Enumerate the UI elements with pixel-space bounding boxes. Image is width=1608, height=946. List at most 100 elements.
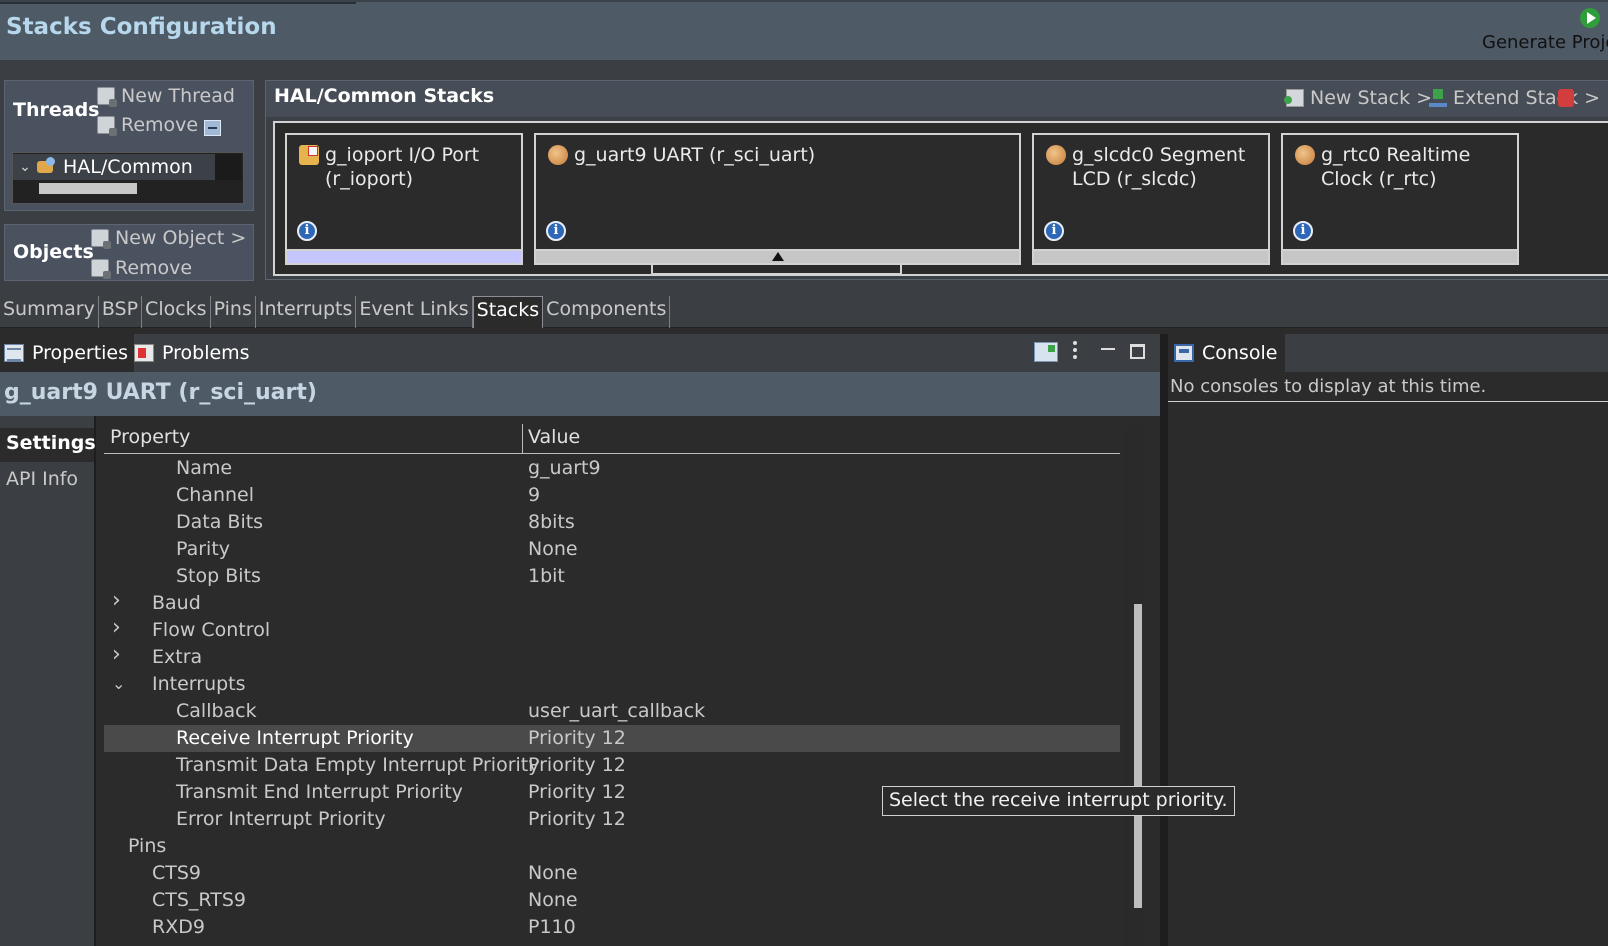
column-divider[interactable] [522, 424, 523, 454]
new-stack-button[interactable]: New Stack > [1284, 87, 1433, 109]
properties-view-tabs: Properties Problems [0, 334, 1160, 372]
property-value[interactable]: Priority 12 [528, 754, 626, 776]
tab-event-links[interactable]: Event Links [356, 296, 473, 328]
property-value[interactable]: Priority 12 [528, 808, 626, 830]
generate-project-icon[interactable] [1580, 8, 1600, 28]
property-name: Baud [152, 592, 201, 614]
table-row[interactable]: › Extra [104, 642, 1120, 671]
extend-stack-icon [1429, 89, 1447, 107]
table-row[interactable]: Parity None [104, 536, 1120, 563]
console-message: No consoles to display at this time. [1168, 376, 1608, 402]
tab-problems[interactable]: Problems [130, 334, 256, 372]
property-value[interactable]: None [528, 889, 578, 911]
remove-stack-icon[interactable] [1558, 89, 1574, 107]
tree-item-hal-common[interactable]: ⌄ HAL/Common [13, 154, 215, 180]
chevron-down-icon[interactable]: ⌄ [15, 159, 35, 175]
property-value[interactable]: 8bits [528, 511, 575, 533]
property-value[interactable]: 1bit [528, 565, 565, 587]
property-name: Channel [176, 484, 255, 506]
property-value[interactable]: user_uart_callback [528, 700, 705, 722]
new-stack-label: New Stack > [1310, 87, 1433, 109]
column-header-property[interactable]: Property [110, 426, 190, 448]
info-icon[interactable]: i [546, 221, 566, 241]
column-header-value[interactable]: Value [528, 426, 580, 448]
properties-scrollbar-thumb[interactable] [1134, 604, 1142, 908]
pin-view-icon[interactable] [1034, 342, 1058, 362]
table-row[interactable]: Name g_uart9 [104, 455, 1120, 482]
property-value[interactable]: None [528, 538, 578, 560]
table-row[interactable]: CTS_RTS9 None [104, 887, 1120, 914]
table-row[interactable]: Transmit Data Empty Interrupt Priority Pr… [104, 752, 1120, 779]
new-stack-icon [1284, 89, 1304, 107]
table-row[interactable]: CTS9 None [104, 860, 1120, 887]
stack-card-ioport[interactable]: g_ioport I/O Port (r_ioport) i [285, 133, 523, 265]
property-value[interactable]: P110 [528, 916, 576, 938]
sidebar-item-settings[interactable]: Settings [0, 428, 96, 462]
new-thread-button[interactable]: New Thread [97, 85, 235, 107]
remove-thread-button[interactable]: Remove [97, 114, 198, 136]
chevron-down-icon[interactable]: ⌄ [112, 674, 125, 693]
tab-console[interactable]: Console [1168, 334, 1286, 372]
tab-components[interactable]: Components [543, 296, 671, 328]
property-value[interactable]: Priority 12 [528, 781, 626, 803]
view-divider[interactable] [1160, 334, 1168, 946]
tree-scrollbar[interactable] [215, 154, 241, 180]
table-row[interactable]: Callback user_uart_callback [104, 698, 1120, 725]
table-row[interactable]: ⌄ Interrupts [104, 671, 1120, 698]
threads-title: Threads [13, 99, 100, 121]
chevron-right-icon[interactable]: › [112, 615, 121, 640]
minimize-icon[interactable] [1100, 340, 1116, 356]
sidebar-item-api-info[interactable]: API Info [0, 464, 94, 498]
property-value[interactable]: Priority 12 [528, 727, 626, 749]
chevron-right-icon[interactable]: › [112, 588, 121, 613]
stack-card-uart9[interactable]: g_uart9 UART (r_sci_uart) i [534, 133, 1021, 275]
expand-arrow-icon[interactable] [771, 252, 784, 261]
generate-project-button[interactable]: Generate Proje [1482, 32, 1608, 53]
property-name: Error Interrupt Priority [176, 808, 386, 830]
property-value[interactable]: 9 [528, 484, 540, 506]
table-row[interactable]: Receive Interrupt Priority Priority 12 [104, 725, 1120, 752]
view-menu-icon[interactable] [1070, 338, 1080, 366]
property-name: Stop Bits [176, 565, 261, 587]
tab-summary[interactable]: Summary [0, 296, 99, 328]
property-name: CTS9 [152, 862, 202, 884]
info-icon[interactable]: i [1044, 221, 1064, 241]
stack-card-slcdc0[interactable]: g_slcdc0 Segment LCD (r_slcdc) i [1032, 133, 1270, 265]
tab-clocks[interactable]: Clocks [142, 296, 211, 328]
new-object-button[interactable]: New Object > [91, 227, 246, 249]
property-name: Pins [128, 835, 167, 857]
table-row[interactable]: Stop Bits 1bit [104, 563, 1120, 590]
property-name: Interrupts [152, 673, 246, 695]
tree-horizontal-scrollbar[interactable] [39, 183, 137, 194]
collapse-all-icon[interactable] [204, 120, 221, 136]
table-row[interactable]: Data Bits 8bits [104, 509, 1120, 536]
stack-card-body: g_rtc0 Realtime Clock (r_rtc) i [1281, 133, 1519, 251]
table-row[interactable]: › Baud [104, 588, 1120, 617]
stack-card-footer [534, 249, 1021, 265]
table-row[interactable]: › Flow Control [104, 615, 1120, 644]
remove-thread-icon [97, 116, 117, 136]
stacks-title: HAL/Common Stacks [274, 85, 495, 107]
new-object-label: New Object > [115, 227, 247, 249]
property-value[interactable]: g_uart9 [528, 457, 601, 479]
chevron-right-icon[interactable]: › [112, 642, 121, 667]
table-row[interactable]: RXD9 P110 [104, 914, 1120, 941]
module-icon [1295, 145, 1315, 165]
info-icon[interactable]: i [1293, 221, 1313, 241]
property-value[interactable]: None [528, 862, 578, 884]
module-icon [299, 145, 319, 165]
tab-properties[interactable]: Properties [0, 334, 135, 372]
remove-object-button[interactable]: Remove [91, 257, 192, 279]
maximize-icon[interactable] [1130, 344, 1145, 359]
tab-pins[interactable]: Pins [211, 296, 256, 328]
table-row[interactable]: ⌄Pins [104, 833, 1120, 860]
stack-card-rtc0[interactable]: g_rtc0 Realtime Clock (r_rtc) i [1281, 133, 1519, 265]
tab-bsp[interactable]: BSP [99, 296, 143, 328]
info-icon[interactable]: i [297, 221, 317, 241]
tab-stacks[interactable]: Stacks [472, 296, 544, 328]
tab-interrupts[interactable]: Interrupts [256, 296, 357, 328]
editor-tab-bar: Summary BSP Clocks Pins Interrupts Event… [0, 296, 1608, 328]
table-row[interactable]: Channel 9 [104, 482, 1120, 509]
objects-title: Objects [13, 241, 94, 263]
extend-stack-button[interactable]: Extend Stack > [1429, 87, 1600, 109]
